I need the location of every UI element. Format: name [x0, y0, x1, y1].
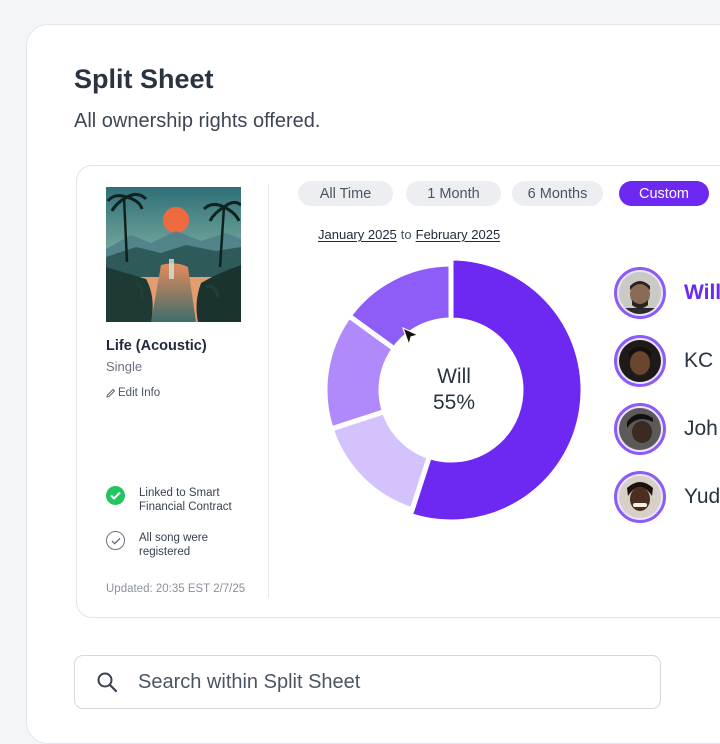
- edit-info-label: Edit Info: [118, 387, 161, 399]
- avatar: [614, 471, 666, 523]
- song-type: Single: [106, 359, 143, 374]
- song-title: Life (Acoustic): [106, 338, 207, 354]
- status-text: Linked to Smart Financial Contract: [139, 487, 232, 513]
- avatar-photo: [619, 340, 661, 382]
- avatar-photo: [619, 272, 661, 314]
- album-cover[interactable]: [106, 187, 241, 322]
- status-songs-registered: All song were registered: [106, 531, 208, 559]
- person-item-john[interactable]: Joh: [614, 403, 718, 455]
- edit-info-link[interactable]: Edit Info: [106, 387, 160, 399]
- pencil-icon: [106, 388, 116, 398]
- date-range: January 2025 to February 2025: [318, 227, 500, 242]
- avatar-photo: [619, 476, 661, 518]
- tab-6-months[interactable]: 6 Months: [512, 181, 603, 206]
- avatar: [614, 335, 666, 387]
- updated-timestamp: Updated: 20:35 EST 2/7/25: [106, 583, 246, 595]
- date-range-connector: to: [400, 227, 412, 242]
- person-name: KC: [684, 349, 714, 372]
- person-name: Joh: [684, 417, 718, 440]
- tab-1-month[interactable]: 1 Month: [406, 181, 501, 206]
- tab-all-time[interactable]: All Time: [298, 181, 393, 206]
- person-item-will[interactable]: Will: [614, 267, 720, 319]
- avatar: [614, 267, 666, 319]
- date-range-end[interactable]: February 2025: [416, 227, 501, 242]
- search-icon: [97, 672, 118, 693]
- person-item-yudi[interactable]: Yud: [614, 471, 720, 523]
- donut-center-label: Will 55%: [396, 364, 512, 416]
- donut-center-value: 55%: [432, 391, 476, 414]
- donut-center-name: Will: [437, 365, 471, 388]
- page-subtitle: All ownership rights offered.: [74, 110, 321, 132]
- panel-divider: [268, 184, 269, 598]
- search-bar[interactable]: [74, 655, 661, 709]
- date-range-start[interactable]: January 2025: [318, 227, 397, 242]
- status-smart-contract: Linked to Smart Financial Contract: [106, 486, 232, 514]
- person-name: Yud: [684, 485, 720, 508]
- check-circle-icon: [106, 486, 125, 505]
- album-cover-art: [106, 187, 241, 322]
- person-item-kc[interactable]: KC: [614, 335, 713, 387]
- check-circle-outline-icon: [106, 531, 125, 550]
- person-name: Will: [684, 281, 720, 304]
- search-input[interactable]: [138, 670, 618, 694]
- avatar: [614, 403, 666, 455]
- avatar-photo: [619, 408, 661, 450]
- status-text: All song were registered: [139, 532, 209, 558]
- tab-custom[interactable]: Custom: [619, 181, 709, 206]
- page-title: Split Sheet: [74, 64, 214, 94]
- mouse-pointer-icon: [401, 326, 420, 348]
